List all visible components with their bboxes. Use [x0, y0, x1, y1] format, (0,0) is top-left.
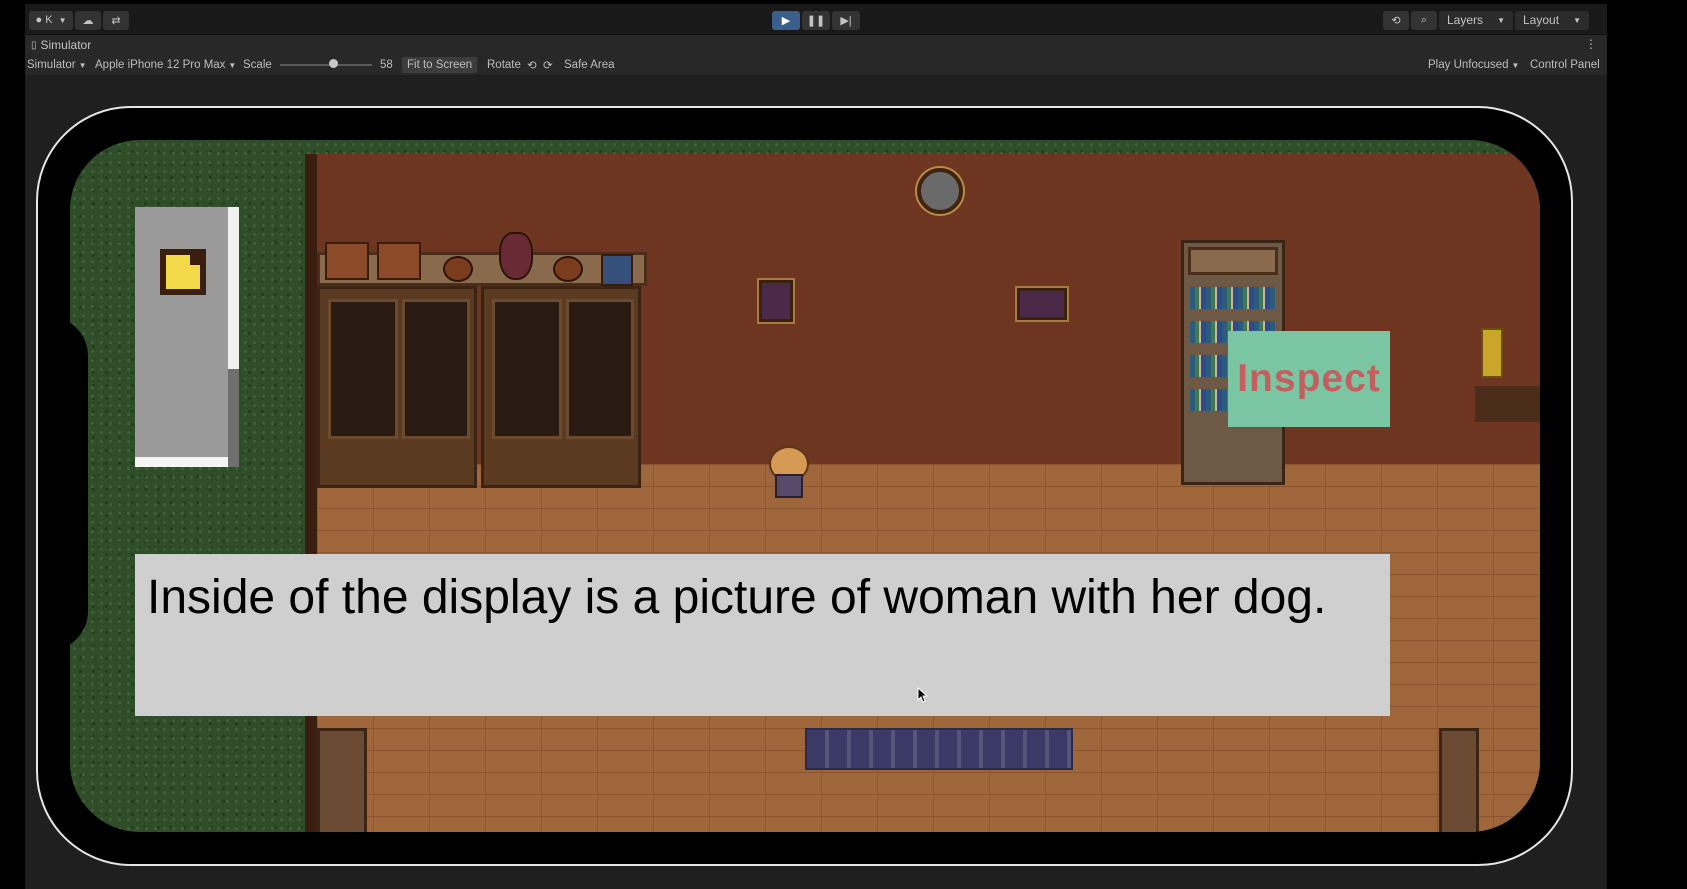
unity-editor: ● K ▼ ☁ ⇄ ▶ ❚❚ ▶| ⟲ ⌕ Layers ▼ Layout ▼ ▯ S…: [25, 4, 1607, 889]
inventory-scrollbar[interactable]: [228, 207, 239, 467]
wooden-box: [377, 242, 421, 280]
bookcase-top: [1188, 247, 1278, 275]
device-label: Apple iPhone 12 Pro Max: [95, 59, 226, 71]
doorway: [317, 728, 367, 832]
vase: [499, 232, 533, 280]
layers-dropdown[interactable]: Layers ▼: [1439, 10, 1513, 30]
layout-label: Layout: [1523, 13, 1560, 27]
layers-label: Layers: [1447, 13, 1484, 27]
chevron-down-icon: ▼: [228, 60, 237, 70]
inspect-button[interactable]: Inspect: [1228, 331, 1390, 427]
play-focus-dropdown[interactable]: Play Unfocused ▼: [1428, 57, 1519, 73]
account-label: K: [45, 14, 53, 26]
search-icon: ⌕: [1420, 13, 1428, 26]
safe-area-toggle[interactable]: Safe Area: [564, 57, 615, 73]
blue-book: [601, 254, 633, 286]
history-button[interactable]: ⟲: [1383, 10, 1409, 30]
clay-pot: [553, 256, 583, 282]
scrollbar-thumb[interactable]: [228, 207, 239, 369]
control-panel-button[interactable]: Control Panel: [1530, 57, 1600, 73]
collab-button[interactable]: ⇄: [103, 10, 129, 30]
scale-label: Scale: [243, 59, 272, 71]
rotate-label: Rotate: [487, 59, 521, 71]
device-dropdown[interactable]: Apple iPhone 12 Pro Max ▼: [95, 57, 236, 73]
dialog-text: Inside of the display is a picture of wo…: [147, 571, 1327, 624]
step-button[interactable]: ▶|: [832, 10, 860, 30]
clock-icon: [917, 168, 963, 214]
chevron-down-icon: ▼: [78, 60, 87, 70]
layout-dropdown[interactable]: Layout ▼: [1515, 10, 1589, 30]
cloud-icon: ☁: [82, 14, 94, 27]
search-button[interactable]: ⌕: [1411, 10, 1437, 30]
cabinet-glass: [328, 299, 398, 439]
simulator-icon: ▯: [31, 39, 37, 51]
simulator-viewport: Inspect Inside of the display is a pictu…: [25, 76, 1607, 889]
counter: [1475, 386, 1540, 422]
dialog-box[interactable]: Inside of the display is a picture of wo…: [135, 554, 1390, 716]
cloud-button[interactable]: ☁: [75, 10, 101, 30]
rotate-right-icon[interactable]: ⟳: [543, 57, 553, 73]
horizontal-scrollbar[interactable]: [135, 457, 228, 467]
device-frame: Inspect Inside of the display is a pictu…: [36, 106, 1573, 866]
play-focus-label: Play Unfocused: [1428, 59, 1509, 71]
pause-icon: ❚❚: [806, 14, 826, 27]
cabinet-glass: [402, 299, 470, 439]
character-body: [775, 474, 803, 498]
fit-to-screen-button[interactable]: Fit to Screen: [402, 57, 478, 73]
cabinet-glass: [492, 299, 562, 439]
chevron-down-icon: ▼: [58, 15, 67, 25]
wooden-box: [325, 242, 369, 280]
note-icon[interactable]: [158, 247, 208, 297]
step-icon: ▶|: [840, 14, 852, 27]
game-screen[interactable]: Inspect Inside of the display is a pictu…: [70, 140, 1540, 832]
main-toolbar: ● K ▼ ☁ ⇄ ▶ ❚❚ ▶| ⟲ ⌕ Layers ▼ Layout ▼: [25, 4, 1607, 34]
account-dropdown[interactable]: ● K ▼: [29, 10, 73, 30]
collab-icon: ⇄: [111, 14, 121, 27]
room-scene: [305, 154, 1540, 832]
books: [1190, 287, 1276, 309]
more-options-icon[interactable]: ⋮: [1585, 37, 1597, 51]
picture-frame[interactable]: [759, 280, 793, 322]
player-character[interactable]: [765, 446, 809, 498]
trophy-icon: [1481, 328, 1503, 378]
scale-slider[interactable]: [280, 64, 372, 66]
account-icon: ●: [35, 14, 43, 26]
rug: [805, 728, 1073, 770]
mouse-cursor-icon: [917, 687, 929, 703]
history-icon: ⟲: [1391, 14, 1401, 27]
mode-label: Simulator: [27, 59, 76, 71]
rotate-left-icon[interactable]: ⟲: [527, 57, 537, 73]
picture-frame[interactable]: [1017, 288, 1067, 320]
tab-title: Simulator: [40, 38, 92, 52]
clay-pot: [443, 256, 473, 282]
display-cabinet[interactable]: [317, 286, 477, 488]
inventory-panel[interactable]: [135, 207, 239, 467]
chevron-down-icon: ▼: [1511, 60, 1520, 70]
tab-simulator[interactable]: ▯ Simulator: [31, 38, 91, 52]
pause-button[interactable]: ❚❚: [802, 10, 830, 30]
cabinet-glass: [566, 299, 634, 439]
play-icon: ▶: [781, 14, 791, 27]
window-tab-bar: ▯ Simulator ⋮: [25, 34, 1607, 55]
scale-value: 58: [380, 59, 393, 71]
simulator-mode-dropdown[interactable]: Simulator ▼: [27, 57, 87, 73]
furniture-edge: [1439, 728, 1479, 832]
chevron-down-icon: ▼: [1497, 15, 1505, 25]
device-notch: [38, 316, 88, 651]
chevron-down-icon: ▼: [1573, 15, 1581, 25]
display-cabinet[interactable]: [481, 286, 641, 488]
play-button[interactable]: ▶: [772, 10, 800, 30]
simulator-toolbar: Simulator ▼ Apple iPhone 12 Pro Max ▼ Scal…: [25, 55, 1607, 75]
scale-slider-handle[interactable]: [329, 59, 339, 68]
